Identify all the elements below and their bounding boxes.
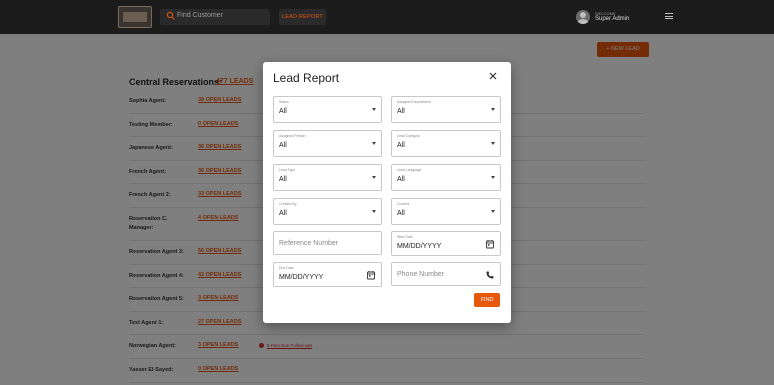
lead-category-select[interactable]: Lead Category All: [391, 130, 501, 157]
top-bar: Find Customer LEAD REPORT WELCOME Super …: [0, 0, 774, 34]
brand-logo-mark: [123, 12, 147, 22]
country-select[interactable]: Country All: [391, 198, 501, 225]
calendar-icon[interactable]: [366, 270, 376, 280]
search-icon: [166, 11, 175, 20]
created-by-label: Created By: [279, 202, 297, 206]
reference-number-input[interactable]: Reference Number: [273, 231, 382, 255]
dropdown-arrow-icon: [372, 108, 376, 111]
status-label: Status: [279, 100, 289, 104]
user-name: Super Admin: [595, 16, 630, 22]
start-date-label: Start Date: [397, 235, 413, 239]
dropdown-arrow-icon: [491, 108, 495, 111]
dropdown-arrow-icon: [372, 210, 376, 213]
lead-report-button[interactable]: LEAD REPORT: [279, 9, 326, 25]
find-button[interactable]: FIND: [474, 293, 500, 307]
start-date-input[interactable]: Start Date MM/DD/YYYY: [391, 231, 501, 256]
assigned-department-value: All: [397, 108, 405, 115]
lead-language-value: All: [397, 176, 405, 183]
phone-number-placeholder: Phone Number: [397, 271, 445, 278]
created-by-select[interactable]: Created By All: [273, 198, 382, 225]
country-label: Country: [397, 202, 410, 206]
lead-category-label: Lead Category: [397, 134, 420, 138]
lead-category-value: All: [397, 142, 405, 149]
phone-number-input[interactable]: Phone Number: [391, 262, 501, 286]
end-date-value: MM/DD/YYYY: [279, 274, 324, 281]
lead-report-dialog: Lead Report Status All Assigned Departme…: [263, 62, 511, 323]
end-date-input[interactable]: End Date MM/DD/YYYY: [273, 262, 382, 287]
country-value: All: [397, 210, 405, 217]
dropdown-arrow-icon: [372, 176, 376, 179]
phone-icon: [486, 271, 494, 279]
lead-type-select[interactable]: Lead Type All: [273, 164, 382, 191]
lead-type-value: All: [279, 176, 287, 183]
assigned-department-select[interactable]: Assigned Department All: [391, 96, 501, 123]
dropdown-arrow-icon: [491, 210, 495, 213]
assigned-department-label: Assigned Department: [397, 100, 431, 104]
brand-logo[interactable]: [118, 6, 152, 28]
status-value: All: [279, 108, 287, 115]
dropdown-arrow-icon: [491, 176, 495, 179]
lead-language-select[interactable]: Lead Language All: [391, 164, 501, 191]
dropdown-arrow-icon: [491, 142, 495, 145]
lead-language-label: Lead Language: [397, 168, 422, 172]
menu-icon[interactable]: [665, 13, 673, 19]
start-date-value: MM/DD/YYYY: [397, 243, 442, 250]
assigned-person-label: Assigned Person: [279, 134, 306, 138]
status-select[interactable]: Status All: [273, 96, 382, 123]
assigned-person-value: All: [279, 142, 287, 149]
avatar-icon[interactable]: [576, 10, 590, 24]
dropdown-arrow-icon: [372, 142, 376, 145]
assigned-person-select[interactable]: Assigned Person All: [273, 130, 382, 157]
dialog-title: Lead Report: [273, 71, 340, 85]
close-icon[interactable]: [487, 70, 499, 82]
created-by-value: All: [279, 210, 287, 217]
calendar-icon[interactable]: [485, 239, 495, 249]
end-date-label: End Date: [279, 266, 294, 270]
search-placeholder: Find Customer: [177, 12, 223, 19]
lead-type-label: Lead Type: [279, 168, 296, 172]
reference-number-placeholder: Reference Number: [279, 240, 339, 247]
